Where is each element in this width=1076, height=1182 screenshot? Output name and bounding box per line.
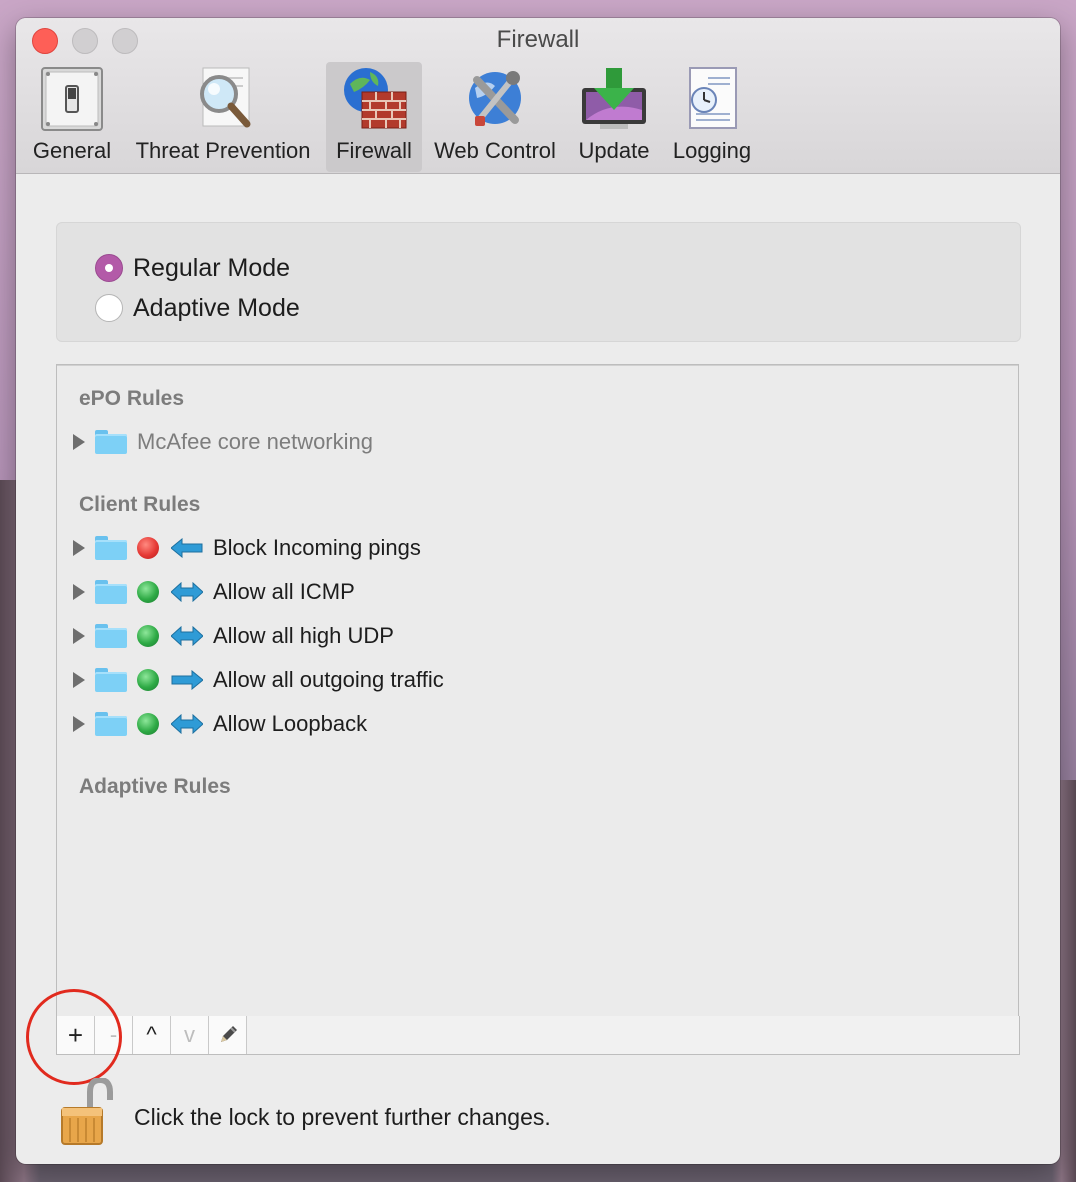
lock-button[interactable]: [60, 1078, 118, 1148]
globe-tools-icon: [469, 71, 521, 126]
globe-brick-wall-icon: [344, 68, 407, 129]
bidirectional-arrow-icon: [171, 714, 203, 734]
radio-regular-mode[interactable]: Regular Mode: [95, 251, 290, 285]
radio-button-unselected[interactable]: [95, 294, 123, 322]
padlock-unlocked-icon: [61, 1078, 113, 1145]
outgoing-arrow-icon: [171, 670, 203, 690]
folder-icon: [95, 536, 127, 560]
move-down-button[interactable]: v: [171, 1016, 209, 1054]
pencil-icon: [220, 1026, 237, 1042]
tab-general[interactable]: General: [26, 62, 118, 172]
clock-document-icon: [689, 67, 737, 129]
rule-name: Allow all high UDP: [213, 623, 394, 648]
allowed-status-icon: [137, 669, 159, 691]
section-header-epo-rules: ePO Rules: [79, 387, 185, 410]
edit-rule-button[interactable]: [209, 1016, 247, 1054]
rule-name: Allow all ICMP: [213, 579, 355, 604]
adaptive-mode-label: Adaptive Mode: [133, 293, 300, 322]
tab-firewall[interactable]: Firewall: [326, 62, 422, 172]
folder-icon: [95, 712, 127, 736]
regular-mode-label: Regular Mode: [133, 253, 291, 282]
tab-logging[interactable]: Logging: [664, 62, 760, 172]
rule-name: Allow all outgoing traffic: [213, 667, 444, 692]
tab-web-control-label: Web Control: [434, 138, 556, 163]
magnifier-icon: [200, 67, 251, 128]
blocked-status-icon: [137, 537, 159, 559]
rule-row[interactable]: McAfee core networking: [73, 427, 373, 457]
rule-row[interactable]: Allow all high UDP: [73, 621, 394, 651]
lock-status-text: Click the lock to prevent further change…: [134, 1104, 551, 1130]
section-header-client-rules: Client Rules: [79, 493, 201, 516]
folder-icon: [95, 668, 127, 692]
folder-icon: [95, 580, 127, 604]
section-header-adaptive-rules: Adaptive Rules: [79, 775, 231, 798]
radio-button-selected[interactable]: [95, 254, 123, 282]
rule-row[interactable]: Allow all ICMP: [73, 577, 355, 607]
tab-threat-prevention-label: Threat Prevention: [135, 138, 311, 163]
tab-general-label: General: [32, 138, 112, 163]
disclosure-triangle-icon[interactable]: [73, 672, 85, 688]
rule-name: Allow Loopback: [213, 711, 368, 736]
annotation-circle: [26, 989, 122, 1085]
window-title: Firewall: [496, 26, 580, 53]
tab-threat-prevention[interactable]: Threat Prevention: [126, 62, 320, 172]
rules-list[interactable]: ePO Rules McAfee core networking Client …: [56, 364, 1019, 1018]
incoming-arrow-icon: [171, 538, 203, 558]
folder-icon: [95, 430, 127, 454]
tab-update[interactable]: Update: [572, 62, 656, 172]
allowed-status-icon: [137, 581, 159, 603]
mode-selector: Regular Mode Adaptive Mode: [56, 222, 1021, 342]
rule-name: Block Incoming pings: [213, 535, 421, 560]
disclosure-triangle-icon[interactable]: [73, 584, 85, 600]
download-arrow-icon: [582, 68, 646, 129]
tab-update-label: Update: [578, 138, 650, 163]
rule-row[interactable]: Allow all outgoing traffic: [73, 665, 444, 695]
disclosure-triangle-icon[interactable]: [73, 628, 85, 644]
rules-button-bar: + - ^ v: [56, 1016, 1020, 1055]
rule-row[interactable]: Block Incoming pings: [73, 533, 421, 563]
rule-name: McAfee core networking: [137, 429, 373, 454]
bidirectional-arrow-icon: [171, 626, 203, 646]
firewall-window: Firewall General Threat Prevention Firew…: [16, 18, 1060, 1164]
window-toolbar: Firewall General Threat Prevention Firew…: [16, 18, 1060, 174]
move-up-button[interactable]: ^: [132, 1016, 171, 1054]
allowed-status-icon: [137, 625, 159, 647]
disclosure-triangle-icon[interactable]: [73, 434, 85, 450]
tab-firewall-label: Firewall: [336, 138, 412, 163]
bidirectional-arrow-icon: [171, 582, 203, 602]
radio-adaptive-mode[interactable]: Adaptive Mode: [95, 291, 300, 325]
allowed-status-icon: [137, 713, 159, 735]
tab-logging-label: Logging: [672, 138, 752, 163]
tab-web-control[interactable]: Web Control: [428, 62, 562, 172]
disclosure-triangle-icon[interactable]: [73, 540, 85, 556]
disclosure-triangle-icon[interactable]: [73, 716, 85, 732]
folder-icon: [95, 624, 127, 648]
rule-row[interactable]: Allow Loopback: [73, 709, 367, 739]
toggle-switch-icon: [41, 67, 103, 131]
